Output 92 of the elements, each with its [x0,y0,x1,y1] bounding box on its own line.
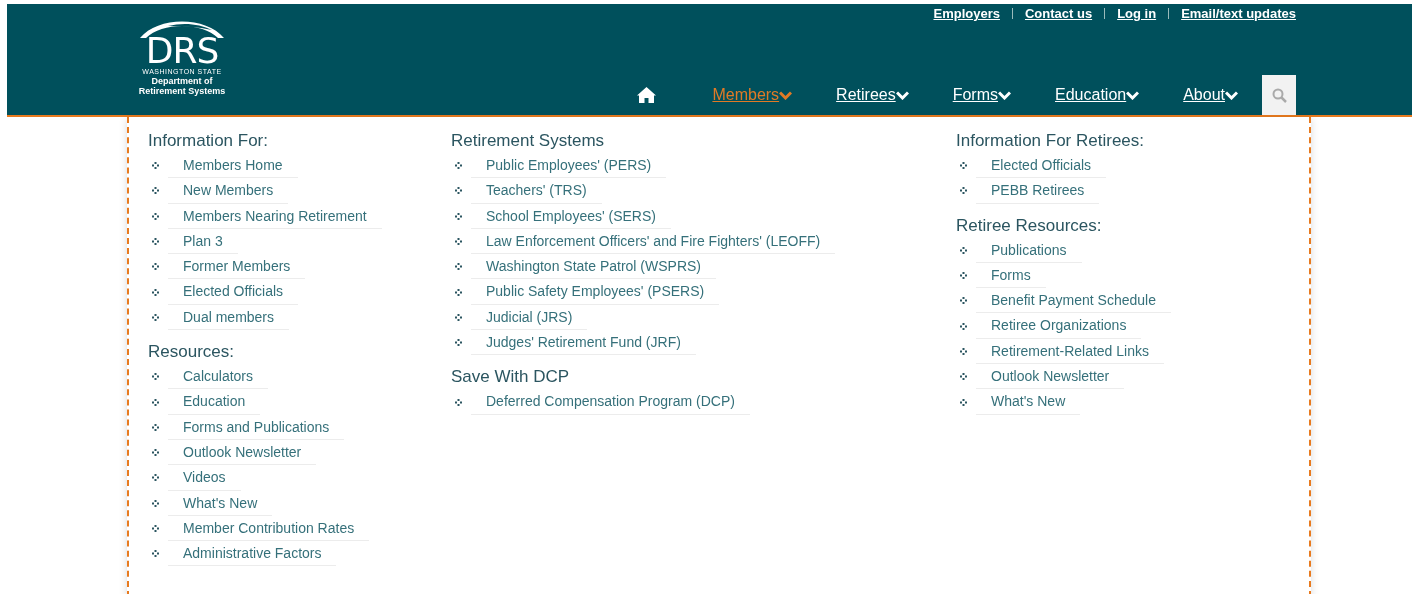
menu-link[interactable]: Members Home [168,153,298,179]
top-link[interactable]: Employers [921,8,1012,19]
bullet-icon [152,238,159,246]
bullet-icon [152,398,159,406]
bullet-icon [152,449,159,457]
menu-link[interactable]: Dual members [168,304,290,331]
menu-link[interactable]: Outlook Newsletter [168,439,317,466]
home-icon[interactable] [637,87,657,103]
bullet-icon [152,187,159,195]
bullet-icon [455,288,462,296]
menu-link[interactable]: School Employees' (SERS) [471,203,671,229]
nav-link[interactable]: Members [712,83,793,107]
menu-link[interactable]: Administrative Factors [168,541,337,567]
bullet-icon [960,398,967,406]
section-heading: Resources: [148,342,235,363]
bullet-icon [455,263,462,271]
bullet-icon [455,212,462,220]
menu-link[interactable]: What's New [168,490,273,516]
section-heading: Information For: [148,131,269,151]
logo-name-text: Department of [151,76,213,86]
menu-link[interactable]: Retirement-Related Links [976,338,1164,365]
menu-link[interactable]: PEBB Retirees [976,178,1100,204]
section-heading: Retirement Systems [451,131,606,151]
nav-link[interactable]: Education [1055,83,1140,107]
top-link[interactable]: Contact us [1011,8,1105,19]
bullet-icon [152,373,159,381]
menu-link[interactable]: Videos [168,465,241,491]
bullet-icon [960,373,967,381]
bullet-icon [455,313,462,321]
bullet-icon [455,339,462,347]
bullet-icon [152,288,159,296]
menu-link[interactable]: Calculators [168,364,269,390]
bullet-icon [152,423,159,431]
bullet-icon [152,499,159,507]
menu-link[interactable]: Law Enforcement Officers' and Fire Fighters' (LEOFF) [471,228,836,255]
bullet-icon [152,474,159,482]
top-link[interactable]: Email/text updates [1168,8,1296,19]
bullet-icon [960,322,967,330]
menu-link[interactable]: Retiree Organizations [976,313,1142,339]
menu-link[interactable]: Elected Officials [168,279,299,305]
menu-link[interactable]: Teachers' (TRS) [471,178,602,204]
chevron-down-icon [779,90,793,100]
bullet-icon [152,550,159,558]
menu-link[interactable]: Judicial (JRS) [471,304,588,331]
bullet-icon [152,162,159,170]
nav-link[interactable]: Retirees [836,83,909,107]
logo-mark: DRS [145,36,219,66]
menu-link[interactable]: Outlook Newsletter [976,364,1125,390]
nav-link[interactable]: Forms [952,83,1011,107]
bullet-icon [960,347,967,355]
section-heading: Information For Retirees: [956,131,1145,151]
chevron-down-icon [1126,90,1140,100]
bullet-icon [960,246,967,254]
menu-link[interactable]: Forms and Publications [168,414,345,440]
search-icon [1271,87,1287,103]
menu-link[interactable]: Forms [976,262,1046,289]
top-link[interactable]: Log in [1104,8,1169,19]
menu-link[interactable]: Deferred Compensation Program (DCP) [471,389,750,415]
bullet-icon [960,162,967,170]
menu-link[interactable]: Public Employees' (PERS) [471,153,667,179]
menu-link[interactable]: Plan 3 [168,228,238,255]
bullet-icon [455,162,462,170]
logo-arch-icon [138,20,226,38]
menu-link[interactable]: Members Nearing Retirement [168,203,382,229]
section-heading: Save With DCP [451,367,571,388]
chevron-down-icon [1225,90,1238,100]
chevron-down-icon [895,90,909,100]
bullet-icon [960,187,967,195]
bullet-icon [152,212,159,220]
menu-link[interactable]: Member Contribution Rates [168,515,370,542]
menu-link[interactable]: What's New [976,389,1081,415]
section-heading: Retiree Resources: [956,215,1103,236]
menu-link[interactable]: Education [168,389,261,415]
bullet-icon [455,187,462,195]
chevron-down-icon [998,90,1011,100]
bullet-icon [455,398,462,406]
menu-link[interactable]: New Members [168,178,289,204]
menu-link[interactable]: Publications [976,237,1082,263]
nav-link[interactable]: About [1183,83,1238,107]
menu-link[interactable]: Elected Officials [976,153,1107,179]
menu-link[interactable]: Washington State Patrol (WSPRS) [471,254,716,280]
menu-link[interactable]: Former Members [168,254,306,280]
bullet-icon [455,238,462,246]
bullet-icon [960,272,967,280]
bullet-icon [152,525,159,532]
bullet-icon [960,297,967,305]
menu-link[interactable]: Benefit Payment Schedule [976,288,1171,314]
bullet-icon [152,313,159,321]
logo-name-text: Retirement Systems [138,86,226,96]
menu-link[interactable]: Judges' Retirement Fund (JRF) [471,330,696,356]
bullet-icon [152,263,159,271]
menu-link[interactable]: Public Safety Employees' (PSERS) [471,279,720,305]
